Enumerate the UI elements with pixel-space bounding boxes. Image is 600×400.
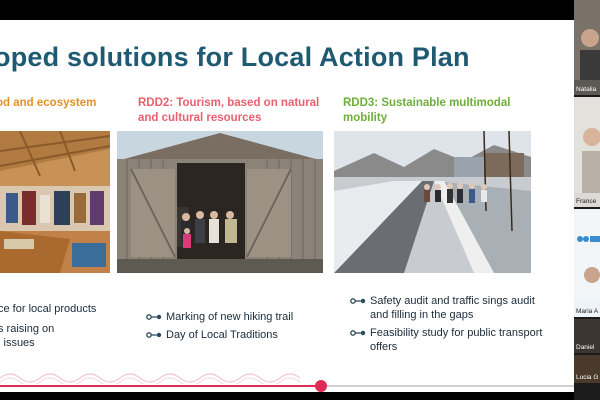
shop-interior-photo (0, 131, 110, 273)
node-link-icon (350, 326, 366, 340)
node-link-icon (146, 310, 162, 324)
column-2-bullets: Marking of new hiking trail Day of Local… (146, 310, 326, 346)
bullet-text: Day of Local Traditions (166, 329, 278, 341)
participant-gallery: Natalia France Maria A Daniel Lucia G (574, 0, 600, 400)
participant-name: France (576, 198, 597, 205)
participant-tile[interactable]: Maria A (574, 209, 600, 317)
participant-name: Daniel (576, 344, 595, 351)
presentation-progress-bar[interactable] (0, 380, 574, 392)
participant-tile[interactable]: Natalia (574, 0, 600, 95)
list-item: Day of Local Traditions (146, 328, 326, 342)
list-item: l issues (0, 336, 110, 350)
bullet-text: Marking of new hiking trail (166, 311, 294, 323)
presentation-slide: oped solutions for Local Action Plan od … (0, 20, 574, 392)
list-item: s raising on (0, 322, 110, 336)
column-heading-rdd1: od and ecosystem (0, 97, 97, 109)
node-link-icon (350, 294, 366, 308)
participant-tile[interactable]: Daniel (574, 319, 600, 353)
list-item: ce for local products (0, 302, 110, 316)
progress-handle[interactable] (315, 380, 328, 392)
slide-title: oped solutions for Local Action Plan (0, 42, 470, 72)
participant-name: Maria A (576, 308, 599, 315)
barn-group-photo (117, 131, 323, 273)
participant-name: Lucia G (576, 374, 599, 381)
participant-tile[interactable]: France (574, 97, 600, 207)
list-item: Feasibility study for public transport o… (350, 326, 550, 354)
node-link-icon (146, 328, 162, 342)
progress-fill (0, 385, 322, 387)
column-heading-rdd3: RDD3: Sustainable multimodal mobility (343, 97, 511, 124)
participant-name: Natalia (576, 86, 597, 93)
bullet-text: Feasibility study for public transport o… (370, 327, 543, 353)
bullet-text: Safety audit and traffic sings audit and… (370, 295, 535, 321)
column-1-bullets: ce for local products s raising on l iss… (0, 302, 110, 356)
road-walking-photo (334, 131, 531, 273)
column-3-bullets: Safety audit and traffic sings audit and… (350, 294, 550, 358)
column-heading-rdd2: RDD2: Tourism, based on natural and cult… (138, 97, 320, 124)
window-top-bar (0, 0, 574, 20)
wave-decoration (0, 373, 300, 384)
list-item: Marking of new hiking trail (146, 310, 326, 324)
list-item: Safety audit and traffic sings audit and… (350, 294, 550, 322)
bullet-text: ce for local products (0, 303, 97, 315)
participant-tile[interactable]: Lucia G (574, 355, 600, 383)
bullet-text: s raising on (0, 323, 55, 335)
bullet-text: l issues (0, 337, 35, 349)
